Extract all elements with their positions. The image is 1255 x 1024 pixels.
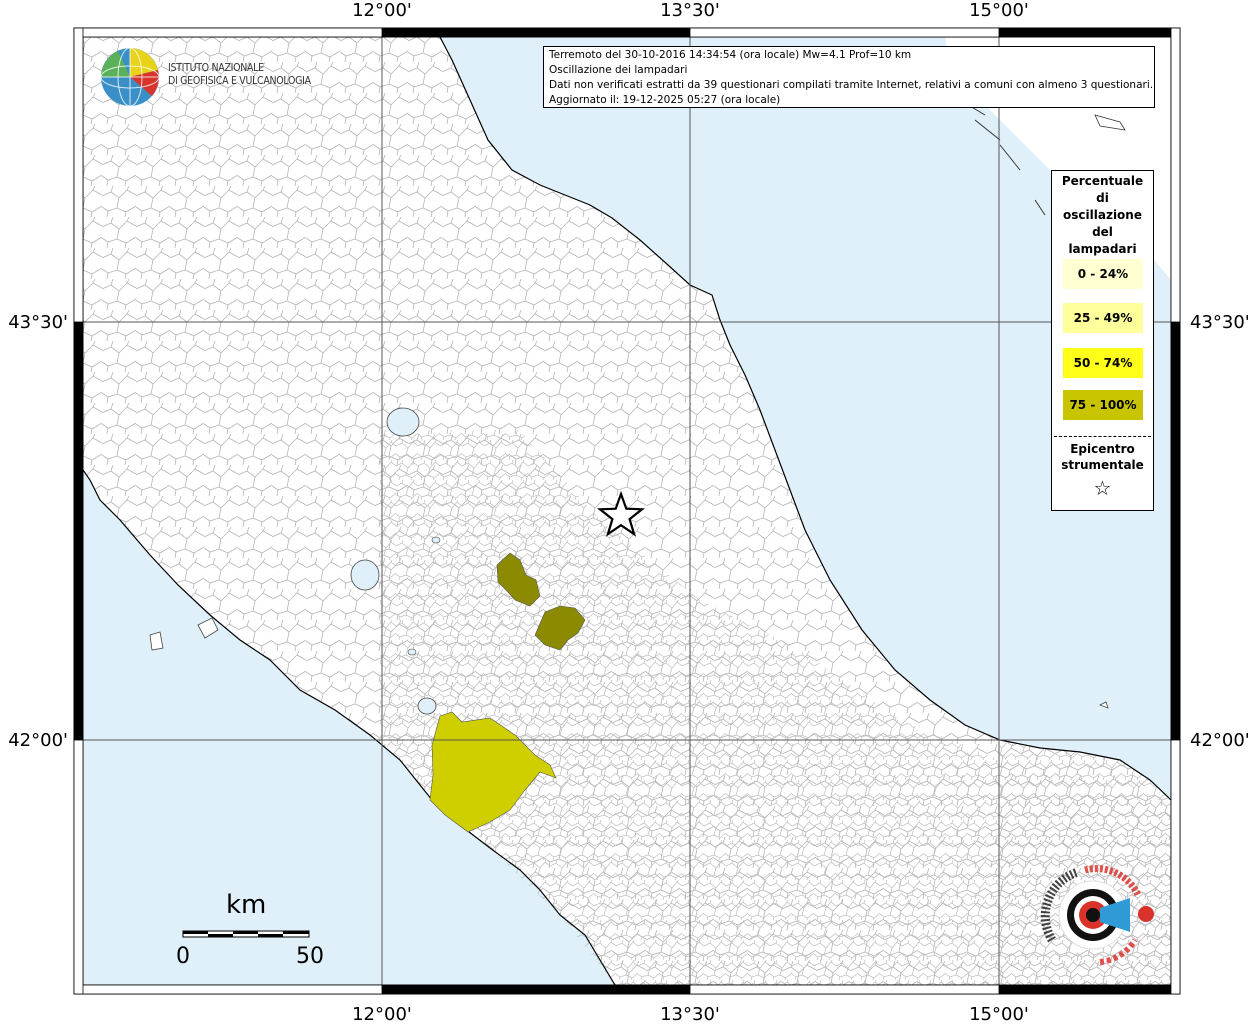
ingv-logo-icon — [100, 47, 160, 107]
legend-class-25-49: 25 - 49% — [1063, 303, 1143, 333]
intensity-map: 12°00' 13°30' 15°00' 12°00' 13°30' 15°00… — [8, 0, 1250, 1024]
legend-class-0-24: 0 - 24% — [1063, 259, 1143, 289]
legend-title-line: oscillazione — [1063, 208, 1142, 222]
scale-end: 50 — [296, 944, 324, 969]
legend-separator — [1054, 436, 1151, 437]
legend-epi-line: strumentale — [1061, 458, 1144, 472]
legend-title-line: Percentuale — [1061, 174, 1144, 188]
lat-label-left-1: 43°30' — [8, 312, 68, 333]
event-title: Terremoto del 30-10-2016 14:34:54 (ora l… — [549, 49, 912, 61]
ingv-line-2: DI GEOFISICA E VULCANOLOGIA — [168, 75, 311, 87]
map-subject: Oscillazione dei lampadari — [549, 64, 688, 76]
ingv-line-1: ISTITUTO NAZIONALE — [168, 62, 264, 74]
legend-title: Percentuale di oscillazione del lampadar… — [1052, 173, 1153, 258]
data-note: Dati non verificati estratti da 39 quest… — [549, 79, 1154, 91]
scale-unit: km — [226, 890, 267, 920]
lon-label-top-1: 12°00' — [352, 0, 412, 21]
legend: Percentuale di oscillazione del lampadar… — [1051, 170, 1154, 511]
lake-bracciano — [417, 697, 437, 715]
lake-bolsena — [350, 559, 380, 591]
legend-epicenter-label: Epicentro strumentale — [1052, 441, 1153, 473]
legend-class-75-100: 75 - 100% — [1063, 390, 1143, 420]
legend-epi-line: Epicentro — [1070, 442, 1135, 456]
lat-label-left-2: 42°00' — [8, 730, 68, 751]
lon-label-bottom-3: 15°00' — [969, 1004, 1029, 1024]
ingv-logo-text: ISTITUTO NAZIONALE DI GEOFISICA E VULCAN… — [168, 62, 311, 88]
lon-label-bottom-1: 12°00' — [352, 1004, 412, 1024]
scale-bar — [182, 930, 310, 938]
lake-trasimeno — [386, 407, 420, 437]
legend-title-line: del — [1092, 225, 1113, 239]
updated-timestamp: Aggiornato il: 19-12-2025 05:27 (ora loc… — [549, 94, 781, 106]
legend-star-icon: ☆ — [1093, 476, 1112, 500]
legend-class-50-74: 50 - 74% — [1063, 348, 1143, 378]
event-info-box: Terremoto del 30-10-2016 14:34:54 (ora l… — [543, 46, 1155, 108]
legend-title-line: lampadari — [1068, 242, 1137, 256]
lon-label-top-2: 13°30' — [660, 0, 720, 21]
legend-title-line: di — [1096, 191, 1109, 205]
scale-start: 0 — [176, 944, 190, 969]
lon-label-top-3: 15°00' — [969, 0, 1029, 21]
lon-label-bottom-2: 13°30' — [660, 1004, 720, 1024]
lat-label-right-2: 42°00' — [1190, 730, 1250, 751]
lat-label-right-1: 43°30' — [1190, 312, 1250, 333]
